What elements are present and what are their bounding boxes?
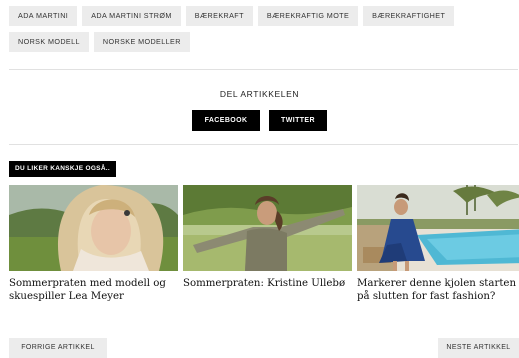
tag-baerekraftig-mote[interactable]: BÆREKRAFTIG MOTE: [257, 6, 359, 26]
article-image[interactable]: [357, 185, 519, 271]
article-image[interactable]: [9, 185, 178, 271]
facebook-share-button[interactable]: FACEBOOK: [192, 110, 260, 131]
share-buttons: FACEBOOK TWITTER: [0, 110, 519, 131]
divider: [9, 69, 518, 70]
related-article-card[interactable]: Sommerpraten: Kristine Ullebø: [183, 185, 352, 303]
article-title[interactable]: Markerer denne kjolen starten på slutten…: [357, 277, 519, 303]
previous-article-button[interactable]: FORRIGE ARTIKKEL: [9, 338, 107, 358]
related-article-card[interactable]: Markerer denne kjolen starten på slutten…: [357, 185, 519, 303]
photo-woman-blonde-hair: [9, 185, 178, 271]
related-articles: Sommerpraten med modell og skuespiller L…: [9, 185, 519, 303]
next-article-button[interactable]: NESTE ARTIKKEL: [438, 338, 519, 358]
related-articles-label: DU LIKER KANSKJE OGSÅ..: [9, 161, 117, 177]
tag-norske-modeller[interactable]: NORSKE MODELLER: [93, 32, 190, 52]
divider: [9, 144, 518, 145]
tag-baerekraftighet[interactable]: BÆREKRAFTIGHET: [363, 6, 455, 26]
tag-ada-martini-strom[interactable]: ADA MARTINI STRØM: [82, 6, 181, 26]
article-title[interactable]: Sommerpraten med modell og skuespiller L…: [9, 277, 178, 303]
tag-norsk-modell[interactable]: NORSK MODELL: [9, 32, 89, 52]
share-title: DEL ARTIKKELEN: [219, 89, 300, 99]
photo-woman-blue-dress-pool: [357, 185, 519, 271]
tag-ada-martini[interactable]: ADA MARTINI: [9, 6, 78, 26]
article-title[interactable]: Sommerpraten: Kristine Ullebø: [183, 277, 352, 290]
tag-list: ADA MARTINI ADA MARTINI STRØM BÆREKRAFT …: [9, 6, 514, 52]
tag-baerekraft[interactable]: BÆREKRAFT: [185, 6, 253, 26]
related-article-card[interactable]: Sommerpraten med modell og skuespiller L…: [9, 185, 178, 303]
twitter-share-button[interactable]: TWITTER: [269, 110, 327, 131]
photo-woman-arms-outstretched-field: [183, 185, 352, 271]
article-image[interactable]: [183, 185, 352, 271]
